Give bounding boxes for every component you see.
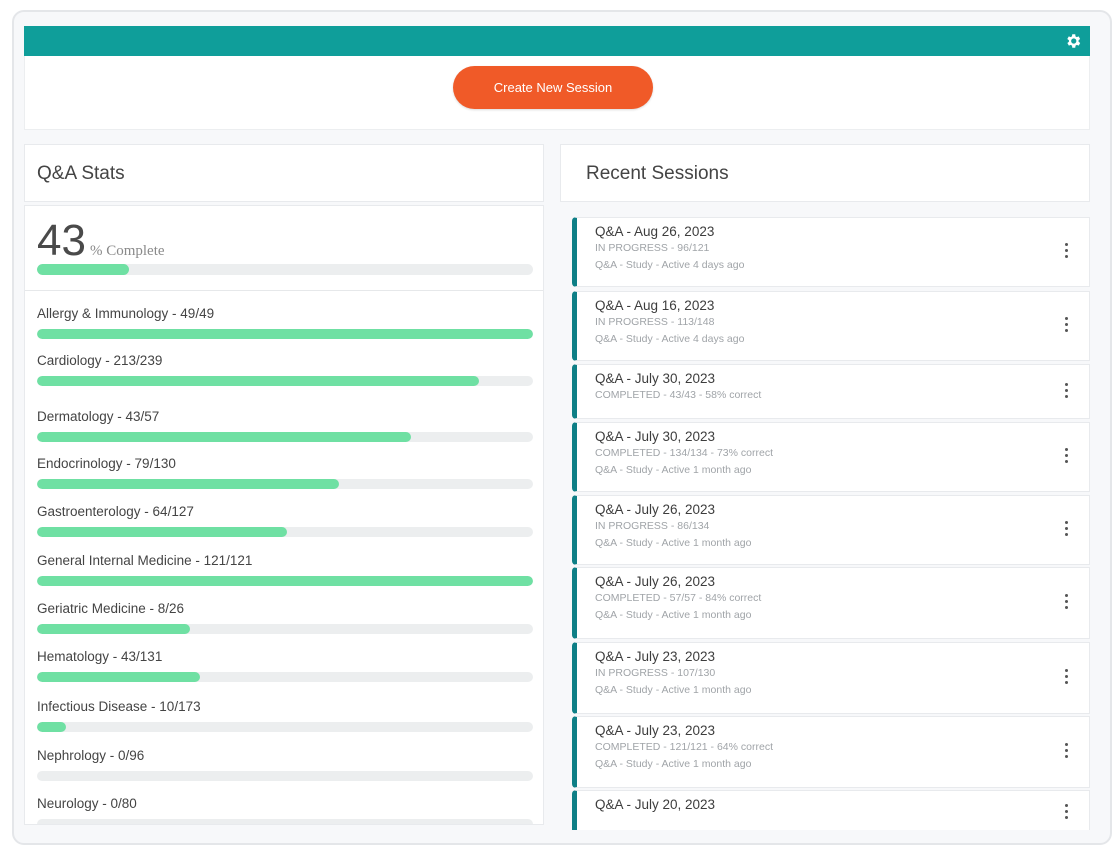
session-card[interactable]: Q&A - July 26, 2023 COMPLETED - 57/57 - 8… [572, 567, 1090, 639]
overall-progress-fill [37, 264, 129, 275]
stat-category-label: Gastroenterology - 64/127 [37, 504, 194, 519]
stat-category-row: Geriatric Medicine - 8/26 [37, 601, 533, 634]
stat-category-fill [37, 432, 411, 442]
session-card[interactable]: Q&A - July 20, 2023 [572, 790, 1090, 830]
session-title: Q&A - July 23, 2023 [595, 649, 716, 664]
stat-category-fill [37, 479, 339, 489]
session-status: COMPLETED - 43/43 - 58% correct [595, 389, 762, 401]
session-meta: Q&A - Study - Active 4 days ago [595, 259, 745, 271]
session-status: IN PROGRESS - 113/148 [595, 316, 715, 328]
stat-category-fill [37, 672, 200, 682]
session-meta: Q&A - Study - Active 1 month ago [595, 464, 752, 476]
overall-progress-track [37, 264, 533, 275]
stat-category-track [37, 771, 533, 781]
session-meta: Q&A - Study - Active 4 days ago [595, 333, 745, 345]
create-new-session-button[interactable]: Create New Session [453, 66, 653, 109]
stat-category-track [37, 479, 533, 489]
more-options-icon[interactable] [1061, 521, 1071, 539]
stat-category-row: Allergy & Immunology - 49/49 [37, 306, 533, 339]
stat-category-label: Cardiology - 213/239 [37, 353, 163, 368]
stat-category-label: Nephrology - 0/96 [37, 748, 145, 763]
stat-category-label: Neurology - 0/80 [37, 796, 137, 811]
stat-category-row: General Internal Medicine - 121/121 [37, 553, 533, 586]
stat-category-track [37, 722, 533, 732]
stat-category-fill [37, 624, 190, 634]
session-status: IN PROGRESS - 107/130 [595, 667, 716, 679]
more-options-icon[interactable] [1061, 803, 1071, 822]
gear-icon[interactable] [1064, 32, 1082, 50]
stat-category-row: Nephrology - 0/96 [37, 748, 533, 781]
more-options-icon[interactable] [1061, 594, 1071, 612]
stat-category-fill [37, 329, 533, 339]
more-options-icon[interactable] [1061, 382, 1071, 401]
session-title: Q&A - July 30, 2023 [595, 371, 716, 386]
stat-category-label: Dermatology - 43/57 [37, 409, 160, 424]
stat-category-track [37, 576, 533, 586]
stat-category-row: Neurology - 0/80 [37, 796, 533, 824]
stat-category-track [37, 329, 533, 339]
more-options-icon[interactable] [1061, 669, 1071, 687]
recent-sessions-panel: Q&A - Aug 26, 2023 IN PROGRESS - 96/121 Q&… [560, 205, 1090, 830]
stat-category-track [37, 819, 533, 824]
overall-percent: 43 [37, 216, 86, 265]
stat-category-fill [37, 722, 66, 732]
stat-category-track [37, 672, 533, 682]
divider [25, 290, 543, 291]
session-card[interactable]: Q&A - Aug 26, 2023 IN PROGRESS - 96/121 Q&… [572, 217, 1090, 287]
overall-percent-label: % Complete [89, 243, 165, 259]
session-status: IN PROGRESS - 86/134 [595, 520, 710, 532]
stat-category-fill [37, 576, 533, 586]
qa-stats-header: Q&A Stats [24, 144, 544, 202]
session-status: COMPLETED - 121/121 - 64% correct [595, 741, 773, 753]
stat-category-row: Dermatology - 43/57 [37, 409, 533, 442]
session-card[interactable]: Q&A - July 23, 2023 IN PROGRESS - 107/130… [572, 642, 1090, 714]
session-title: Q&A - July 30, 2023 [595, 429, 716, 444]
stat-category-label: Endocrinology - 79/130 [37, 456, 176, 471]
session-meta: Q&A - Study - Active 1 month ago [595, 758, 752, 770]
stat-category-fill [37, 527, 287, 537]
stat-category-row: Infectious Disease - 10/173 [37, 699, 533, 732]
session-title: Q&A - Aug 26, 2023 [595, 224, 715, 239]
session-status: COMPLETED - 57/57 - 84% correct [595, 592, 762, 604]
session-title: Q&A - July 26, 2023 [595, 502, 716, 517]
session-title: Q&A - July 23, 2023 [595, 723, 716, 738]
stat-category-label: Allergy & Immunology - 49/49 [37, 306, 215, 321]
stat-category-row: Cardiology - 213/239 [37, 353, 533, 386]
overall-completion: 43% Complete [37, 216, 165, 266]
more-options-icon[interactable] [1061, 448, 1071, 466]
stat-category-track [37, 624, 533, 634]
stat-category-track [37, 376, 533, 386]
top-bar [24, 26, 1090, 56]
session-status: IN PROGRESS - 96/121 [595, 242, 710, 254]
session-card[interactable]: Q&A - July 23, 2023 COMPLETED - 121/121 -… [572, 716, 1090, 788]
session-title: Q&A - July 26, 2023 [595, 574, 716, 589]
stat-category-label: Infectious Disease - 10/173 [37, 699, 201, 714]
session-card[interactable]: Q&A - July 30, 2023 COMPLETED - 43/43 - 5… [572, 364, 1090, 419]
session-title: Q&A - Aug 16, 2023 [595, 298, 715, 313]
stat-category-row: Hematology - 43/131 [37, 649, 533, 682]
session-status: COMPLETED - 134/134 - 73% correct [595, 447, 773, 459]
stat-category-track [37, 432, 533, 442]
recent-sessions-header: Recent Sessions [560, 144, 1090, 202]
qa-stats-panel: 43% Complete Allergy & Immunology - 49/4… [24, 205, 544, 825]
session-meta: Q&A - Study - Active 1 month ago [595, 684, 752, 696]
stat-category-label: Geriatric Medicine - 8/26 [37, 601, 185, 616]
stat-category-row: Gastroenterology - 64/127 [37, 504, 533, 537]
session-card[interactable]: Q&A - July 30, 2023 COMPLETED - 134/134 -… [572, 422, 1090, 492]
session-meta: Q&A - Study - Active 1 month ago [595, 609, 752, 621]
stat-category-label: Hematology - 43/131 [37, 649, 163, 664]
session-meta: Q&A - Study - Active 1 month ago [595, 537, 752, 549]
create-session-bar: Create New Session [24, 56, 1090, 130]
session-title: Q&A - July 20, 2023 [595, 797, 716, 812]
stat-category-label: General Internal Medicine - 121/121 [37, 553, 253, 568]
more-options-icon[interactable] [1061, 243, 1071, 261]
stat-category-row: Endocrinology - 79/130 [37, 456, 533, 489]
stat-category-track [37, 527, 533, 537]
session-card[interactable]: Q&A - Aug 16, 2023 IN PROGRESS - 113/148 Q… [572, 291, 1090, 361]
stat-category-fill [37, 376, 479, 386]
more-options-icon[interactable] [1061, 743, 1071, 761]
more-options-icon[interactable] [1061, 317, 1071, 335]
session-card[interactable]: Q&A - July 26, 2023 IN PROGRESS - 86/134 Q… [572, 495, 1090, 565]
